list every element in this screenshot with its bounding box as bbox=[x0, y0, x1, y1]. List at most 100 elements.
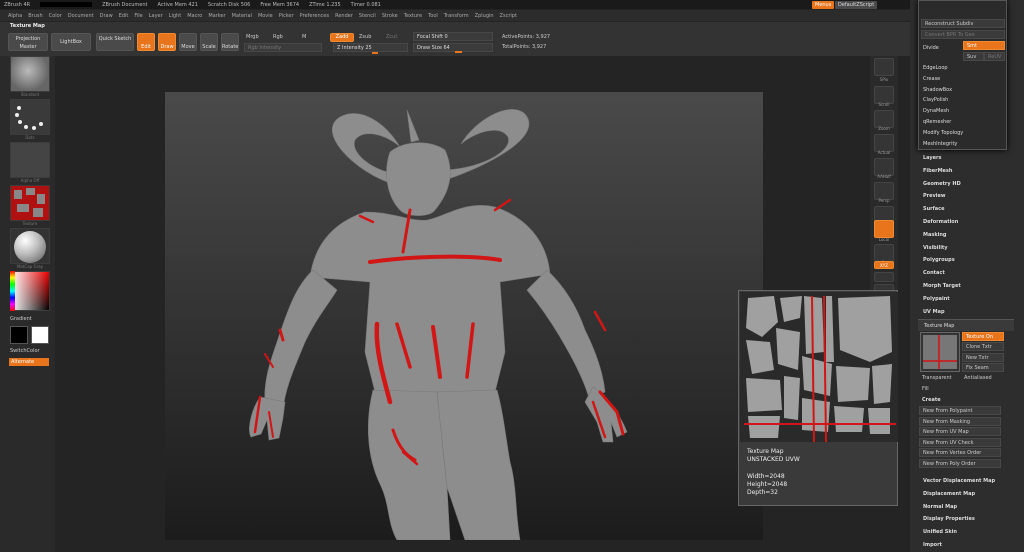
brush-thumbnail[interactable] bbox=[10, 56, 50, 92]
menu-marker[interactable]: Marker bbox=[208, 13, 225, 19]
menu-layer[interactable]: Layer bbox=[149, 13, 163, 19]
create-new-from-uv-check-button[interactable]: New From UV Check bbox=[919, 437, 1001, 447]
minotaur-model[interactable] bbox=[165, 92, 763, 541]
menus-button[interactable]: Menus bbox=[812, 1, 835, 9]
scale-button[interactable]: Scale bbox=[200, 33, 218, 51]
menu-stencil[interactable]: Stencil bbox=[359, 13, 376, 19]
create-new-from-polypaint-button[interactable]: New From Polypaint bbox=[919, 406, 1001, 415]
section-visibility[interactable]: Visibility bbox=[923, 245, 948, 251]
divide-button[interactable]: Divide bbox=[923, 45, 939, 51]
create-new-from-masking-button[interactable]: New From Masking bbox=[919, 416, 1001, 426]
rotate-button[interactable]: Rotate bbox=[221, 33, 239, 51]
edit-button[interactable]: Edit bbox=[137, 33, 155, 51]
rgb-button[interactable]: Rgb bbox=[273, 34, 283, 40]
section-display-properties[interactable]: Display Properties bbox=[923, 516, 975, 522]
texture-thumbnail[interactable] bbox=[10, 185, 50, 221]
rotate-axis-icon[interactable] bbox=[874, 272, 894, 282]
menu-movie[interactable]: Movie bbox=[258, 13, 273, 19]
section-surface[interactable]: Surface bbox=[923, 206, 945, 212]
fix-seam-button[interactable]: Fix Seam bbox=[962, 363, 1004, 372]
popup-crease[interactable]: Crease bbox=[923, 76, 940, 82]
create-new-from-uv-map-button[interactable]: New From UV Map bbox=[919, 427, 1001, 437]
m-button[interactable]: M bbox=[302, 34, 306, 40]
section-geometry-hd[interactable]: Geometry HD bbox=[923, 181, 961, 187]
reconstruct-subdiv-button[interactable]: Reconstruct Subdiv bbox=[921, 19, 1005, 28]
spix-icon[interactable] bbox=[874, 58, 894, 76]
local-icon[interactable] bbox=[874, 220, 894, 238]
focal-shift-slider[interactable]: Focal Shift 0 bbox=[413, 32, 493, 41]
popup-edgeloop[interactable]: EdgeLoop bbox=[923, 65, 948, 71]
reuv-toggle[interactable]: ReUV bbox=[984, 52, 1005, 61]
menu-edit[interactable]: Edit bbox=[119, 13, 129, 19]
section-normal-map[interactable]: Normal Map bbox=[923, 504, 957, 510]
popup-meshintegrity[interactable]: MeshIntegrity bbox=[923, 141, 957, 147]
transparent-button[interactable]: Transparent bbox=[922, 375, 952, 381]
popup-shadowbox[interactable]: ShadowBox bbox=[923, 87, 952, 93]
alternate-button[interactable]: Alternate bbox=[9, 358, 49, 366]
projection-master-button[interactable]: Projection Master bbox=[8, 33, 48, 51]
material-thumbnail[interactable] bbox=[10, 228, 50, 264]
section-uv-map[interactable]: UV Map bbox=[923, 309, 945, 315]
menu-document[interactable]: Document bbox=[68, 13, 94, 19]
menu-render[interactable]: Render bbox=[335, 13, 353, 19]
section-fibermesh[interactable]: FiberMesh bbox=[923, 168, 952, 174]
new-txtr-button[interactable]: New Txtr bbox=[962, 353, 1004, 362]
texture-on-button[interactable]: Texture On bbox=[962, 332, 1004, 341]
smt-toggle[interactable]: Smt bbox=[963, 41, 1005, 50]
draw-button[interactable]: Draw bbox=[158, 33, 176, 51]
zcut-button[interactable]: Zcut bbox=[386, 34, 397, 40]
fill-button[interactable]: Fill bbox=[922, 386, 929, 392]
zsub-button[interactable]: Zsub bbox=[359, 34, 371, 40]
main-color-swatch[interactable] bbox=[10, 326, 28, 344]
section-morph-target[interactable]: Morph Target bbox=[923, 283, 961, 289]
menu-color[interactable]: Color bbox=[49, 13, 62, 19]
menu-light[interactable]: Light bbox=[169, 13, 181, 19]
menu-file[interactable]: File bbox=[134, 13, 142, 19]
section-unified-skin[interactable]: Unified Skin bbox=[923, 529, 957, 535]
document-viewport[interactable] bbox=[165, 92, 763, 541]
popup-dynamesh[interactable]: DynaMesh bbox=[923, 108, 949, 114]
menu-texture[interactable]: Texture bbox=[404, 13, 422, 19]
menu-transform[interactable]: Transform bbox=[444, 13, 469, 19]
rgb-intensity-slider[interactable]: Rgb Intensity bbox=[244, 43, 322, 52]
section-contact[interactable]: Contact bbox=[923, 270, 945, 276]
menu-material[interactable]: Material bbox=[232, 13, 252, 19]
menu-stroke[interactable]: Stroke bbox=[382, 13, 398, 19]
xyz-button[interactable]: XYZ bbox=[874, 261, 894, 269]
move-button[interactable]: Move bbox=[179, 33, 197, 51]
section-displacement-map[interactable]: Displacement Map bbox=[923, 491, 975, 497]
section-deformation[interactable]: Deformation bbox=[923, 219, 958, 225]
zadd-button[interactable]: Zadd bbox=[330, 33, 354, 42]
menu-draw[interactable]: Draw bbox=[100, 13, 113, 19]
hue-strip[interactable] bbox=[10, 271, 15, 311]
texture-map-thumbnail[interactable] bbox=[920, 332, 960, 372]
section-layers[interactable]: Layers bbox=[923, 155, 942, 161]
stroke-thumbnail[interactable] bbox=[10, 99, 50, 135]
menu-tool[interactable]: Tool bbox=[428, 13, 438, 19]
menu-alpha[interactable]: Alpha bbox=[8, 13, 22, 19]
convert-bpr-button[interactable]: Convert BPR To Geo bbox=[921, 30, 1005, 39]
section-vector-displacement-map[interactable]: Vector Displacement Map bbox=[923, 478, 995, 484]
antialiased-button[interactable]: Antialiased bbox=[964, 375, 992, 381]
menu-zscript[interactable]: Zscript bbox=[500, 13, 517, 19]
popup-qremesher[interactable]: qRemesher bbox=[923, 119, 951, 125]
create-subpalette[interactable]: Create bbox=[922, 397, 941, 403]
section-polypaint[interactable]: Polypaint bbox=[923, 296, 950, 302]
clone-txtr-button[interactable]: Clone Txtr bbox=[962, 342, 1004, 351]
menu-brush[interactable]: Brush bbox=[28, 13, 42, 19]
menu-picker[interactable]: Picker bbox=[279, 13, 294, 19]
suv-toggle[interactable]: Suv bbox=[963, 52, 984, 61]
menu-macro[interactable]: Macro bbox=[187, 13, 202, 19]
draw-size-slider[interactable]: Draw Size 64 bbox=[413, 43, 493, 52]
z-intensity-slider[interactable]: Z Intensity 25 bbox=[333, 43, 408, 52]
color-picker[interactable] bbox=[10, 271, 50, 311]
create-new-from-vertex-order-button[interactable]: New From Vertex Order bbox=[919, 448, 1001, 458]
create-new-from-poly-order-button[interactable]: New From Poly Order bbox=[919, 459, 1001, 468]
popup-modify-topology[interactable]: Modify Topology bbox=[923, 130, 963, 136]
quick-sketch-button[interactable]: Quick Sketch bbox=[96, 33, 134, 51]
alpha-thumbnail[interactable] bbox=[10, 142, 50, 178]
secondary-color-swatch[interactable] bbox=[31, 326, 49, 344]
menu-zplugin[interactable]: Zplugin bbox=[475, 13, 494, 19]
switch-color-button[interactable]: SwitchColor bbox=[10, 348, 40, 354]
section-import[interactable]: Import bbox=[923, 542, 942, 548]
